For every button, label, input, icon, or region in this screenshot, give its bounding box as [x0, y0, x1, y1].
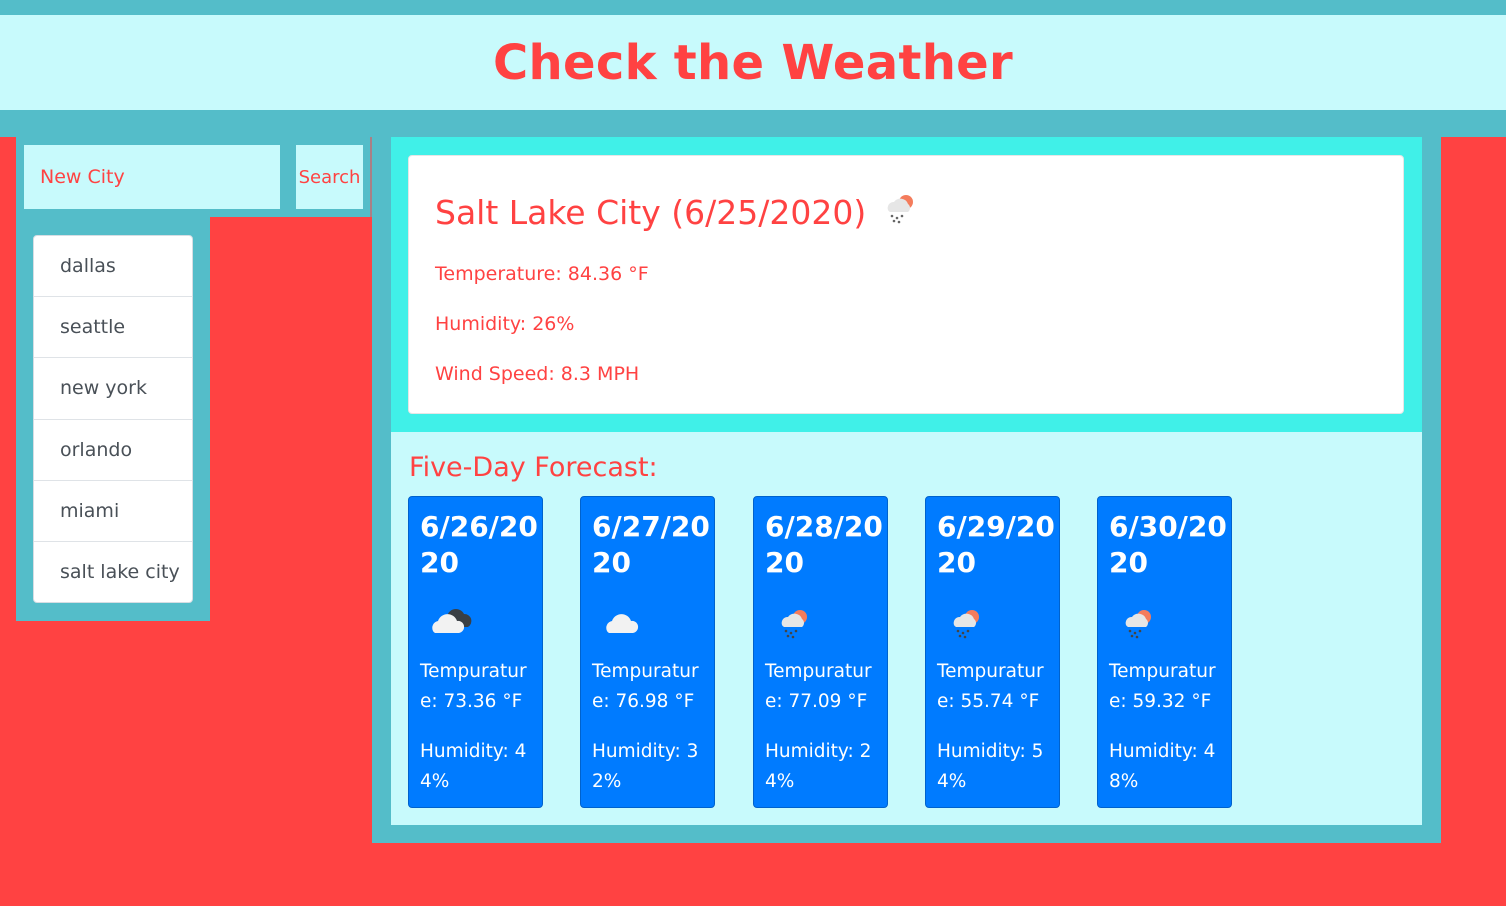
forecast-date: 6/28/2020	[765, 510, 883, 579]
history-item-orlando[interactable]: orlando	[34, 420, 192, 481]
forecast-humidity: Humidity: 44%	[420, 741, 527, 792]
search-history-list: dallas seattle new york orlando miami sa…	[33, 235, 193, 603]
forecast-humidity: Humidity: 48%	[1109, 741, 1216, 792]
current-weather-card: Salt Lake City (6/25/2020) Temperature: …	[408, 155, 1404, 414]
forecast-humidity: Humidity: 24%	[765, 741, 872, 792]
forecast-date: 6/30/2020	[1109, 510, 1227, 579]
forecast-date: 6/26/2020	[420, 510, 538, 579]
cloud-icon	[599, 603, 649, 643]
current-weather-heading: Salt Lake City (6/25/2020)	[435, 188, 920, 236]
forecast-temperature: Tempurature: 55.74 °F	[937, 661, 1044, 712]
forecast-temperature: Tempurature: 77.09 °F	[765, 661, 872, 712]
history-item-miami[interactable]: miami	[34, 481, 192, 542]
history-item-new-york[interactable]: new york	[34, 358, 192, 420]
page-header: Check the Weather	[0, 15, 1506, 110]
forecast-temperature: Tempurature: 59.32 °F	[1109, 661, 1216, 712]
forecast-date: 6/29/2020	[937, 510, 1055, 579]
forecast-temperature: Tempurature: 76.98 °F	[592, 661, 699, 712]
current-wind-speed: Wind Speed: 8.3 MPH	[435, 363, 640, 385]
city-search-input[interactable]	[24, 145, 280, 209]
history-item-seattle[interactable]: seattle	[34, 297, 192, 359]
forecast-humidity: Humidity: 54%	[937, 741, 1044, 792]
forecast-card-2: 6/27/2020 Tempurature: 76.98 °F Humidity…	[580, 496, 715, 808]
page-title: Check the Weather	[492, 34, 1014, 91]
forecast-humidity: Humidity: 32%	[592, 741, 699, 792]
forecast-card-5: 6/30/2020 Tempurature: 59.32 °F Humidity…	[1097, 496, 1232, 808]
broken-clouds-icon	[427, 603, 477, 643]
forecast-card-1: 6/26/2020 Tempurature: 73.36 °F Humidity…	[408, 496, 543, 808]
rain-sun-icon	[944, 603, 988, 647]
current-temperature: Temperature: 84.36 °F	[435, 263, 649, 285]
forecast-date: 6/27/2020	[592, 510, 710, 579]
rain-sun-icon	[1116, 603, 1160, 647]
current-city-date: Salt Lake City (6/25/2020)	[435, 192, 867, 232]
history-item-dallas[interactable]: dallas	[34, 236, 192, 298]
rain-sun-icon	[880, 188, 920, 236]
forecast-card-4: 6/29/2020 Tempurature: 55.74 °F Humidity…	[925, 496, 1060, 808]
forecast-section	[391, 432, 1422, 825]
current-humidity: Humidity: 26%	[435, 313, 575, 335]
rain-sun-icon	[772, 603, 816, 647]
forecast-title: Five-Day Forecast:	[409, 452, 658, 483]
forecast-temperature: Tempurature: 73.36 °F	[420, 661, 527, 712]
forecast-card-3: 6/28/2020 Tempurature: 77.09 °F Humidity…	[753, 496, 888, 808]
history-item-salt-lake-city[interactable]: salt lake city	[34, 542, 192, 603]
search-button[interactable]: Search	[296, 145, 363, 209]
